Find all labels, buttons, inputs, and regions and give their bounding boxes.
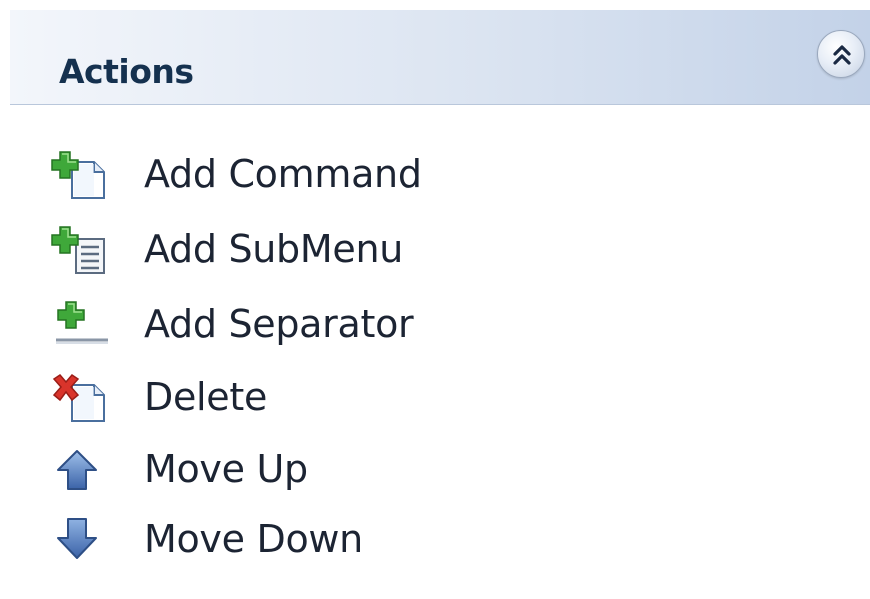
delete-action[interactable]: Delete (50, 363, 750, 423)
add-separator-icon (56, 301, 108, 344)
chevron-double-up-icon (833, 45, 851, 65)
move-down-icon (57, 518, 97, 559)
actions-header[interactable]: Actions (10, 10, 870, 105)
move-down-action[interactable]: Move Down (50, 505, 750, 565)
add-submenu-icon (51, 226, 105, 274)
delete-icon (52, 374, 105, 422)
action-label: Add Command (144, 152, 422, 196)
action-label: Add SubMenu (144, 227, 404, 271)
add-separator-action[interactable]: Add Separator (50, 290, 750, 350)
move-up-icon (57, 450, 97, 490)
actions-panel: Actions Add Command Add SubMenu Add Sepa… (0, 0, 870, 599)
add-command-action[interactable]: Add Command (50, 140, 750, 200)
action-label: Delete (144, 375, 268, 419)
action-label: Add Separator (144, 302, 414, 346)
action-label: Move Up (144, 447, 308, 491)
action-label: Move Down (144, 517, 363, 561)
add-command-icon (51, 151, 105, 199)
collapse-button[interactable] (817, 30, 865, 78)
header-title: Actions (59, 52, 194, 91)
move-up-action[interactable]: Move Up (50, 435, 750, 495)
add-submenu-action[interactable]: Add SubMenu (50, 215, 750, 275)
